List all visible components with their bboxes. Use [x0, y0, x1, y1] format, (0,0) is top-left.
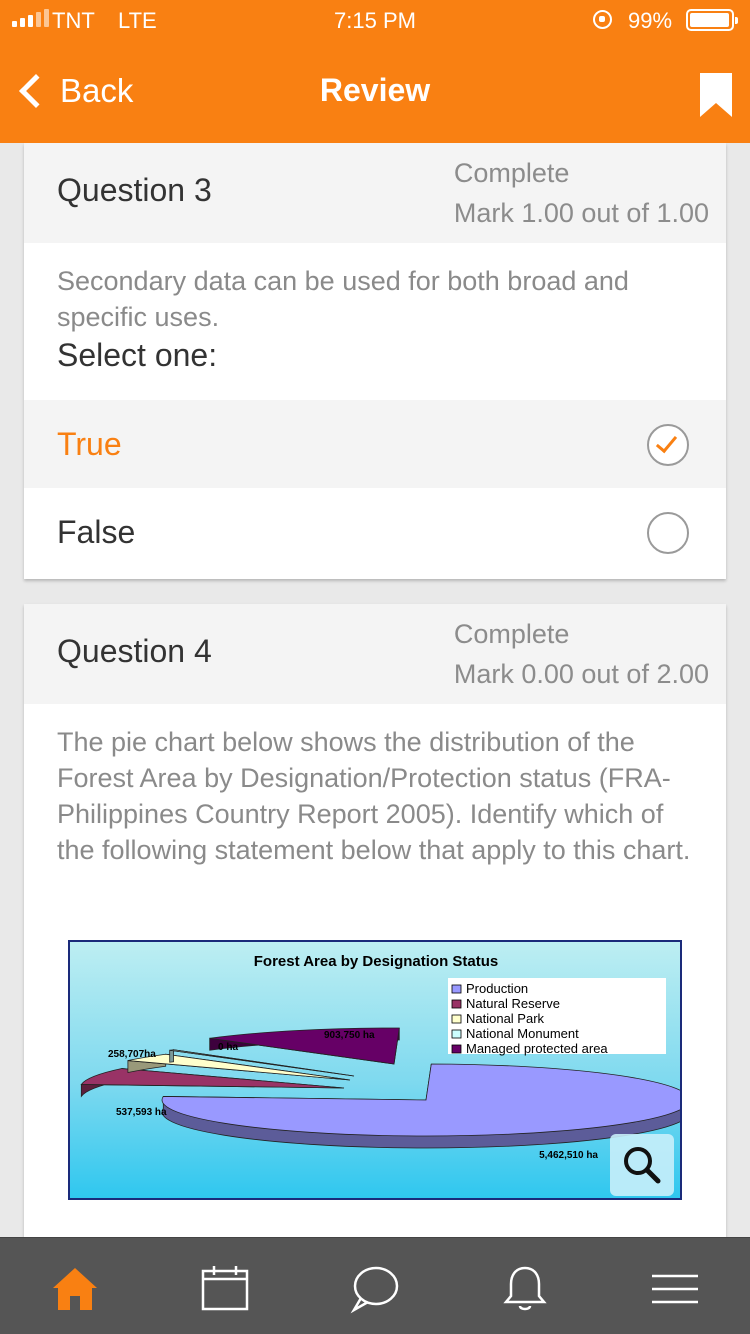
pie-slice	[161, 1063, 691, 1137]
bell-icon[interactable]	[500, 1264, 550, 1314]
pie-chart: Forest Area by Designation Status Produc…	[80, 953, 691, 1161]
question-4-text: The pie chart below shows the distributi…	[57, 727, 691, 865]
legend-label: Production	[466, 981, 528, 996]
chart-frame: Forest Area by Designation Status Produc…	[68, 940, 691, 1200]
chart-legend: ProductionNatural ReserveNational ParkNa…	[448, 978, 666, 1056]
legend-swatch	[451, 1029, 462, 1039]
question-4-status: Complete Mark 0.00 out of 2.00	[454, 614, 709, 694]
chart-title: Forest Area by Designation Status	[254, 953, 499, 970]
home-icon[interactable]	[50, 1264, 100, 1314]
question-3-card: Question 3 Complete Mark 1.00 out of 1.0…	[24, 143, 726, 579]
legend-label: National Park	[466, 1011, 545, 1026]
legend-label: National Monument	[466, 1026, 579, 1041]
option-false-label: False	[57, 513, 136, 550]
question-3-header: Question 3 Complete Mark 1.00 out of 1.0…	[24, 143, 726, 243]
data-label: 5,462,510 ha	[539, 1150, 598, 1161]
option-true-label: True	[57, 425, 122, 462]
app-header: TNT LTE 7:15 PM 99% Back Review	[0, 0, 750, 143]
question-3-text: Secondary data can be used for both broa…	[57, 266, 629, 332]
question-4-mark: Mark 0.00 out of 2.00	[453, 659, 709, 689]
data-label: 0 ha	[218, 1042, 238, 1053]
radio-unchecked-icon[interactable]	[647, 512, 689, 554]
question-3-status: Complete Mark 1.00 out of 1.00	[454, 153, 709, 233]
bottom-tab-bar	[0, 1237, 750, 1334]
question-3-mark: Mark 1.00 out of 1.00	[453, 198, 709, 228]
legend-label: Managed protected area	[466, 1041, 608, 1056]
data-label: 903,750 ha	[324, 1030, 375, 1041]
question-4-number: Question 4	[57, 633, 212, 669]
chat-icon[interactable]	[350, 1264, 400, 1314]
data-label: 258,707ha	[108, 1049, 156, 1060]
legend-swatch	[451, 1014, 462, 1024]
radio-checked-icon[interactable]	[647, 424, 689, 466]
legend-label: Natural Reserve	[466, 996, 560, 1011]
legend-swatch	[451, 1044, 462, 1054]
question-4-state: Complete	[453, 619, 570, 649]
question-4-card: Question 4 Complete Mark 0.00 out of 2.0…	[24, 604, 726, 1237]
menu-icon[interactable]	[650, 1264, 700, 1314]
status-bar: TNT LTE 7:15 PM 99%	[0, 0, 750, 40]
option-false[interactable]: False	[24, 488, 726, 576]
orientation-lock-icon	[593, 10, 612, 29]
page-title: Review	[319, 72, 431, 108]
battery-percentage: 99%	[628, 8, 673, 33]
legend-swatch	[451, 999, 462, 1009]
pie-chart-image: Forest Area by Designation Status Produc…	[68, 940, 691, 1200]
calendar-icon[interactable]	[200, 1264, 250, 1314]
question-3-state: Complete	[453, 158, 570, 188]
option-true[interactable]: True	[24, 400, 726, 488]
legend-swatch	[451, 984, 462, 994]
question-4-header: Question 4 Complete Mark 0.00 out of 2.0…	[24, 604, 726, 704]
review-content[interactable]: Question 3 Complete Mark 1.00 out of 1.0…	[0, 143, 750, 1237]
magnifier-icon	[624, 1147, 661, 1184]
data-label: 537,593 ha	[116, 1107, 167, 1118]
bookmark-icon[interactable]	[700, 73, 732, 117]
pie-slice	[80, 1068, 345, 1089]
question-3-number: Question 3	[57, 172, 212, 208]
battery-icon	[686, 9, 738, 31]
zoom-button[interactable]	[610, 1134, 674, 1196]
select-one-prompt: Select one:	[57, 337, 218, 373]
